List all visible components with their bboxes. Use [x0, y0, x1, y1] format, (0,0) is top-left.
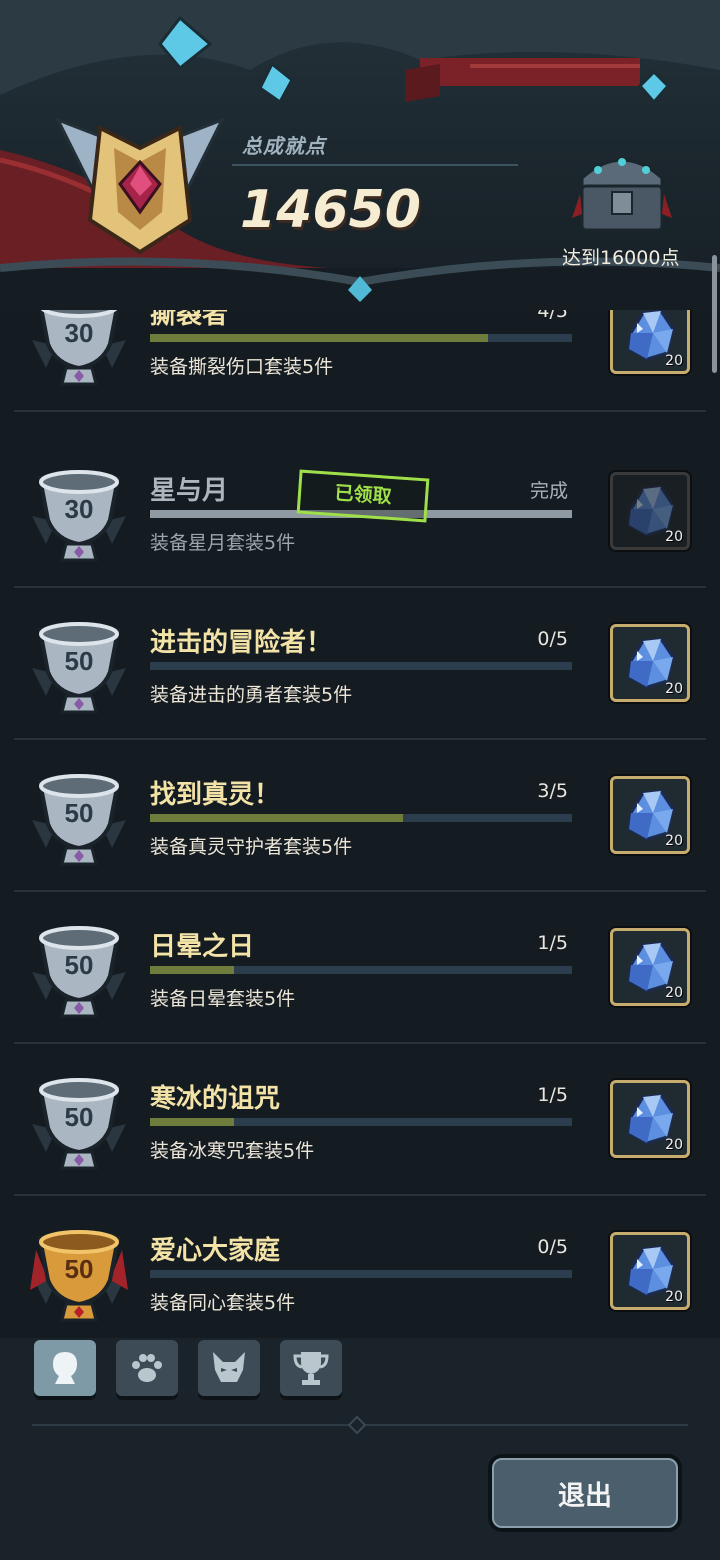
achievement-row[interactable]: 50 寒冰的诅咒 1/5 装备冰寒咒套装5件 20	[14, 1044, 706, 1196]
achievement-description: 装备真灵守护者套装5件	[150, 836, 353, 858]
progress-bar	[150, 334, 572, 342]
reward-crystal-slot[interactable]: 20	[610, 624, 690, 702]
divider-diamond-icon	[348, 1416, 366, 1434]
reward-count: 20	[665, 353, 683, 369]
progress-bar-fill	[150, 814, 404, 822]
achievement-progress: 0/5	[537, 1236, 568, 1258]
trophy-level: 30	[65, 494, 94, 524]
exit-button-label: 退出	[492, 1458, 678, 1528]
reward-crystal-slot[interactable]: 20	[610, 1080, 690, 1158]
reward-count: 20	[665, 1137, 683, 1153]
reward-count: 20	[665, 1289, 683, 1305]
progress-bar	[150, 814, 572, 822]
tab-monsters[interactable]	[198, 1340, 260, 1396]
crest-emblem-icon	[54, 117, 226, 255]
exit-button[interactable]: 退出	[488, 1454, 682, 1532]
hero-icon	[53, 1352, 77, 1384]
achievement-row[interactable]: 30 撕裂者 4/5 装备撕裂伤口套装5件 20	[14, 310, 706, 412]
progress-bar-fill	[150, 966, 235, 974]
reward-chest-icon[interactable]	[568, 148, 676, 236]
achievement-title: 撕裂者	[150, 310, 229, 330]
next-reward-threshold: 达到16000点	[562, 247, 680, 269]
progress-bar	[150, 966, 572, 974]
tab-hero[interactable]	[34, 1340, 96, 1396]
achievement-progress: 1/5	[537, 932, 568, 954]
paw-icon	[132, 1354, 162, 1382]
achievement-title: 寒冰的诅咒	[150, 1084, 281, 1114]
total-points-label: 总成就点	[242, 134, 326, 158]
silver-trophy-icon: 50	[32, 1078, 126, 1170]
reward-crystal-slot: 20	[610, 472, 690, 550]
achievement-progress: 0/5	[537, 628, 568, 650]
silver-trophy-icon: 30	[32, 470, 126, 562]
gold-trophy-icon: 50	[30, 1230, 128, 1322]
trophy-level: 30	[65, 318, 94, 348]
progress-bar	[150, 662, 572, 670]
reward-crystal-slot[interactable]: 20	[610, 928, 690, 1006]
demon-icon	[213, 1352, 245, 1382]
progress-bar-fill	[150, 1118, 235, 1126]
tab-pets[interactable]	[116, 1340, 178, 1396]
achievement-description: 装备星月套装5件	[150, 532, 296, 554]
trophy-level: 50	[65, 798, 94, 828]
trophy-icon	[293, 1352, 329, 1385]
achievement-title: 星与月	[150, 476, 229, 506]
trophy-level: 50	[65, 950, 94, 980]
progress-bar-fill	[150, 334, 488, 342]
progress-bar	[150, 1270, 572, 1278]
reward-count: 20	[665, 681, 683, 697]
achievement-title: 爱心大家庭	[150, 1236, 281, 1266]
reward-crystal-slot[interactable]: 20	[610, 310, 690, 374]
achievement-list[interactable]: 30 撕裂者 4/5 装备撕裂伤口套装5件 20 30 星与月 完成 装备星月套…	[0, 310, 720, 1340]
achievement-row[interactable]: 50 找到真灵！ 3/5 装备真灵守护者套装5件 20	[14, 740, 706, 892]
reward-count: 20	[665, 985, 683, 1001]
achievement-progress: 1/5	[537, 1084, 568, 1106]
achievement-title: 日晕之日	[150, 932, 255, 962]
trophy-level: 50	[65, 1254, 94, 1284]
achievement-description: 装备同心套装5件	[150, 1292, 296, 1314]
reward-crystal-slot[interactable]: 20	[610, 1232, 690, 1310]
achievement-description: 装备撕裂伤口套装5件	[150, 356, 334, 378]
silver-trophy-icon: 30	[32, 310, 126, 386]
achievement-row[interactable]: 50 日晕之日 1/5 装备日晕套装5件 20	[14, 892, 706, 1044]
total-points-value: 14650	[240, 180, 421, 240]
achievement-description: 装备进击的勇者套装5件	[150, 684, 353, 706]
reward-count: 20	[665, 529, 683, 545]
achievement-row[interactable]: 50 爱心大家庭 0/5 装备同心套装5件 20	[14, 1196, 706, 1340]
bottom-panel: 退出	[0, 1338, 720, 1560]
silver-trophy-icon: 50	[32, 622, 126, 714]
achievement-description: 装备日晕套装5件	[150, 988, 296, 1010]
achievement-title: 进击的冒险者！	[150, 628, 333, 658]
achievement-row[interactable]: 30 星与月 完成 装备星月套装5件 已领取 20	[14, 436, 706, 588]
achievement-header: 总成就点 14650 达到16000点	[0, 0, 720, 310]
trophy-level: 50	[65, 1102, 94, 1132]
achievement-progress: 3/5	[537, 780, 568, 802]
progress-bar	[150, 1118, 572, 1126]
reward-count: 20	[665, 833, 683, 849]
achievement-status: 完成	[529, 480, 568, 502]
achievement-row[interactable]: 50 进击的冒险者！ 0/5 装备进击的勇者套装5件 20	[14, 588, 706, 740]
silver-trophy-icon: 50	[32, 774, 126, 866]
title-divider	[232, 164, 518, 166]
achievement-progress: 4/5	[537, 310, 568, 322]
achievement-title: 找到真灵！	[150, 780, 281, 810]
claimed-stamp: 已领取	[296, 469, 430, 523]
tab-achievements[interactable]	[280, 1340, 342, 1396]
reward-crystal-slot[interactable]: 20	[610, 776, 690, 854]
achievement-description: 装备冰寒咒套装5件	[150, 1140, 315, 1162]
trophy-level: 50	[65, 646, 94, 676]
silver-trophy-icon: 50	[32, 926, 126, 1018]
